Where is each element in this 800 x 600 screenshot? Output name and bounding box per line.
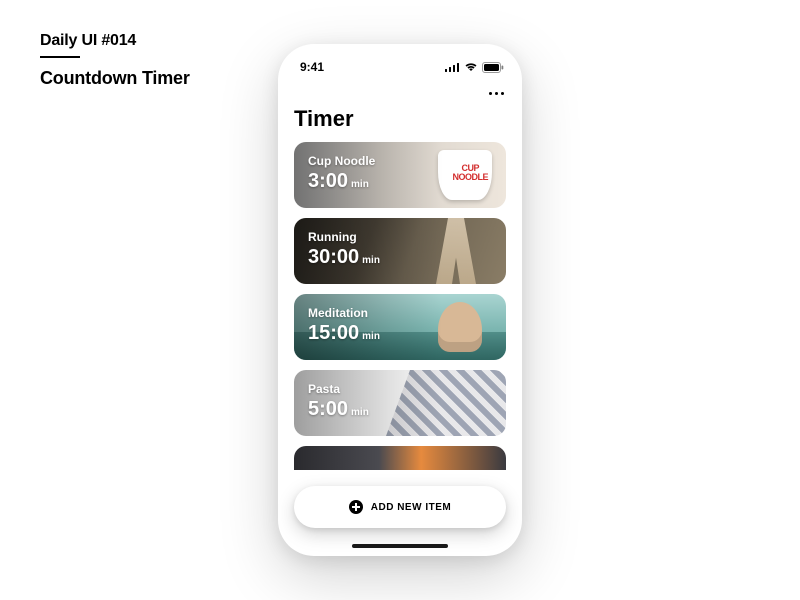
phone-frame: 9:41 Timer xyxy=(278,44,522,556)
timer-unit: min xyxy=(351,179,369,190)
timer-value: 3:00 xyxy=(308,170,348,193)
series-label: Daily UI #014 xyxy=(40,32,190,50)
add-button-label: ADD NEW ITEM xyxy=(371,502,451,513)
home-indicator xyxy=(352,544,448,548)
plus-icon xyxy=(349,500,363,514)
page-title: Countdown Timer xyxy=(40,68,190,89)
timer-card-cup-noodle[interactable]: CUPNOODLE Cup Noodle 3:00 min xyxy=(294,142,506,208)
status-bar: 9:41 xyxy=(278,44,522,78)
page-header: Daily UI #014 Countdown Timer xyxy=(40,32,190,89)
timer-list: CUPNOODLE Cup Noodle 3:00 min Running xyxy=(294,142,506,470)
timer-card-meditation[interactable]: Meditation 15:00 min xyxy=(294,294,506,360)
timer-card-pasta[interactable]: Pasta 5:00 min xyxy=(294,370,506,436)
timer-unit: min xyxy=(351,407,369,418)
content-area: Timer CUPNOODLE Cup Noodle 3:00 min xyxy=(278,102,522,470)
signal-icon xyxy=(445,62,460,72)
add-button-container: ADD NEW ITEM xyxy=(294,486,506,528)
wifi-icon xyxy=(464,62,478,72)
add-new-item-button[interactable]: ADD NEW ITEM xyxy=(294,486,506,528)
timer-card-running[interactable]: Running 30:00 min xyxy=(294,218,506,284)
status-indicators xyxy=(445,62,504,73)
timer-label: Meditation xyxy=(308,306,380,320)
timer-value: 15:00 xyxy=(308,322,359,345)
cup-noodle-graphic-label: CUPNOODLE xyxy=(452,164,488,182)
status-time: 9:41 xyxy=(300,60,324,74)
timer-card-text: Running 30:00 min xyxy=(308,230,380,269)
timer-card-text: Cup Noodle 3:00 min xyxy=(308,154,375,193)
timer-unit: min xyxy=(362,331,380,342)
battery-icon xyxy=(482,62,504,73)
timer-value: 5:00 xyxy=(308,398,348,421)
timer-unit: min xyxy=(362,255,380,266)
timer-value: 30:00 xyxy=(308,246,359,269)
timer-label: Cup Noodle xyxy=(308,154,375,168)
timer-label: Running xyxy=(308,230,380,244)
timer-label: Pasta xyxy=(308,382,369,396)
app-bar xyxy=(278,78,522,102)
timer-card-text: Meditation 15:00 min xyxy=(308,306,380,345)
timer-card-text: Pasta 5:00 min xyxy=(308,382,369,421)
timer-card-image xyxy=(294,446,506,470)
timer-card-peek[interactable] xyxy=(294,446,506,470)
more-menu-button[interactable] xyxy=(489,84,504,102)
screen-title: Timer xyxy=(294,106,506,132)
title-underline xyxy=(40,56,80,58)
